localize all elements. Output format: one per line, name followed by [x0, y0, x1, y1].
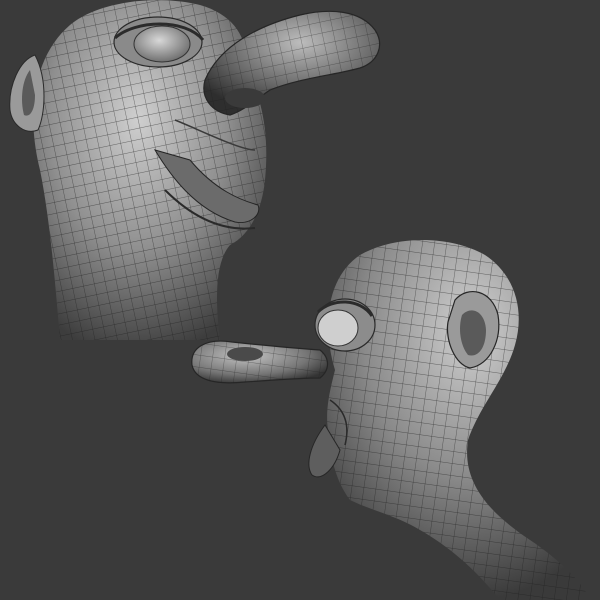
bottom-head-render — [191, 240, 590, 600]
render-canvas — [0, 0, 600, 600]
side-profile-view — [0, 230, 600, 600]
